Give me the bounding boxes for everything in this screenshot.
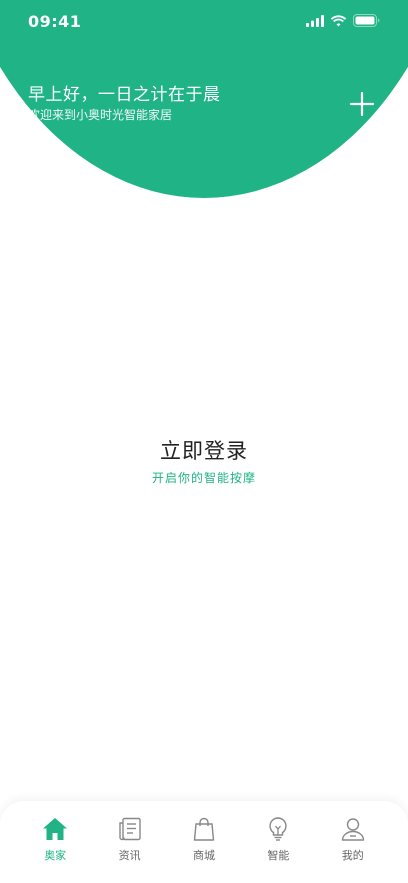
shopping-bag-icon [193,817,215,841]
tab-label: 商城 [192,849,215,862]
tab-label: 我的 [341,849,364,862]
profile-icon [341,818,364,841]
status-icons [306,14,380,27]
battery-icon [353,14,380,27]
home-icon [43,818,68,840]
add-device-button[interactable] [348,90,376,118]
tab-smart[interactable]: 智能 [249,801,307,883]
wifi-icon [330,14,347,26]
status-bar: 09:41 [0,0,408,44]
cellular-signal-icon [306,14,324,27]
login-subtitle: 开启你的智能按摩 [151,471,256,485]
bottom-tab-bar: 奥家 资讯 商城 智能 我的 [0,801,408,883]
lightbulb-icon [269,817,287,841]
app-screen: 09:41 早上好，一日之计在于晨 欢迎来到小奥时光智能家居 立即登录 开启你的… [0,0,408,883]
tab-label: 资讯 [118,849,141,862]
greeting-title: 早上好，一日之计在于晨 [28,85,221,105]
login-button[interactable]: 立即登录 [0,435,408,465]
greeting-subtitle: 欢迎来到小奥时光智能家居 [28,108,173,122]
news-icon [118,817,141,841]
tab-profile[interactable]: 我的 [324,801,382,883]
plus-icon [349,91,375,117]
tab-mall[interactable]: 商城 [175,801,233,883]
tab-news[interactable]: 资讯 [101,801,159,883]
tab-home[interactable]: 奥家 [26,801,84,883]
status-time: 09:41 [28,12,82,31]
tab-label: 奥家 [44,849,67,862]
tab-label: 智能 [267,849,290,862]
